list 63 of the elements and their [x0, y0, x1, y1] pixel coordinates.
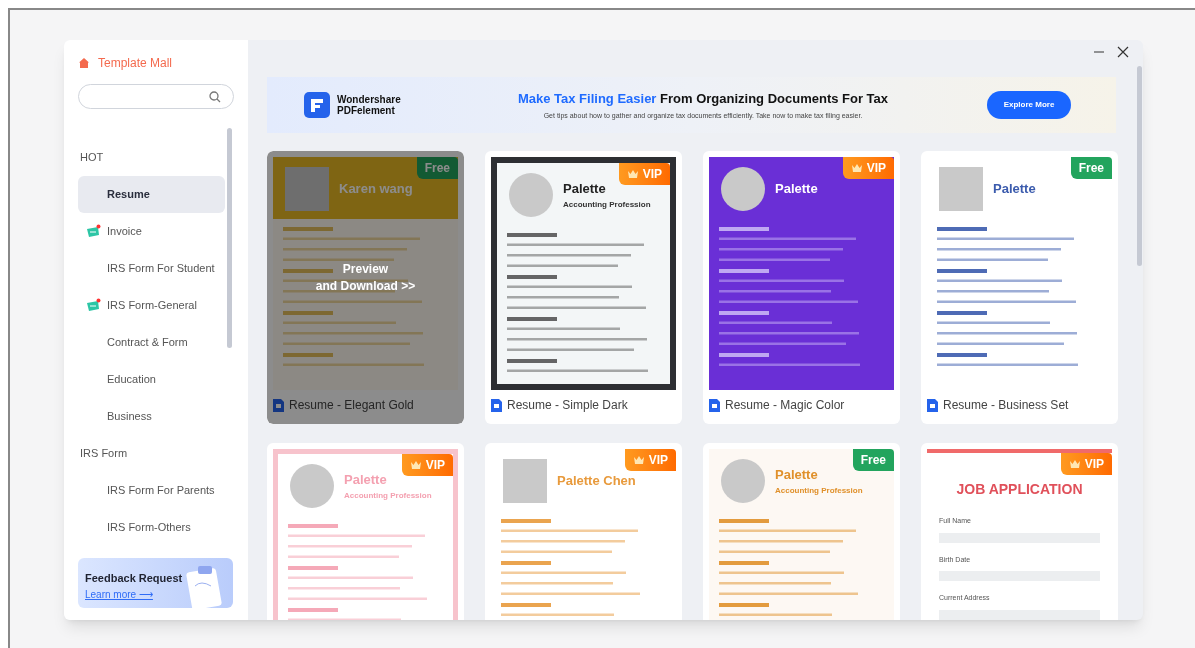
template-title: Resume - Magic Color: [725, 397, 845, 415]
resume-subheading: Accounting Profession: [775, 484, 863, 497]
brand-name: Wondershare: [337, 94, 401, 105]
resume-heading: Palette: [775, 466, 819, 485]
document-icon: [491, 398, 502, 412]
search-icon: [209, 90, 221, 103]
document-icon: [709, 398, 720, 412]
category-item[interactable]: Invoice: [78, 213, 225, 250]
free-badge: Free: [1070, 157, 1112, 179]
resume-heading: Palette Chen: [557, 472, 636, 491]
banner-headline: Make Tax Filing Easier From Organizing Documents For Tax: [517, 90, 889, 108]
photo-placeholder: [503, 459, 547, 503]
category-item[interactable]: Contract & Form: [78, 324, 225, 361]
free-badge: Free: [416, 157, 458, 179]
resume-heading: Palette: [993, 180, 1036, 199]
photo-placeholder: [285, 167, 329, 211]
feedback-card[interactable]: Feedback Request Learn more ⟶: [78, 558, 233, 608]
resume-heading: Palette: [563, 180, 607, 199]
new-badge-icon: [86, 224, 101, 239]
feedback-title: Feedback Request: [85, 571, 184, 586]
photo-placeholder: [721, 167, 765, 211]
category-item[interactable]: IRS Form-Others: [78, 509, 225, 546]
category-heading: IRS Form: [79, 446, 129, 462]
category-item[interactable]: IRS Form-General: [78, 287, 225, 324]
explore-more-button[interactable]: Explore More: [987, 91, 1071, 119]
resume-heading: JOB APPLICATION: [956, 480, 1083, 499]
vip-badge: VIP: [842, 157, 894, 179]
free-badge: Free: [852, 449, 894, 471]
category-heading: HOT: [79, 150, 105, 166]
home-icon: [78, 57, 90, 69]
resume-subheading: Accounting Profession: [563, 198, 651, 211]
learn-more-link[interactable]: Learn more ⟶: [85, 586, 153, 602]
photo-placeholder: [939, 167, 983, 211]
photo-placeholder: [721, 459, 765, 503]
new-badge-icon: [86, 298, 101, 313]
category-item[interactable]: IRS Form For Parents: [78, 472, 225, 509]
photo-placeholder: [509, 173, 553, 217]
photo-placeholder: [290, 464, 334, 508]
vip-badge: VIP: [624, 449, 676, 471]
template-card[interactable]: Free Palette Resume - Business Set: [921, 151, 1118, 424]
resume-heading: Karen wang: [339, 180, 413, 199]
template-card[interactable]: VIP Palette Resume - Magic Color: [703, 151, 900, 424]
close-icon[interactable]: [1117, 46, 1129, 58]
resume-heading: Palette: [775, 180, 818, 199]
template-title: Resume - Elegant Gold: [289, 397, 414, 415]
resume-heading: Palette: [344, 471, 388, 490]
vip-badge: VIP: [1060, 453, 1112, 475]
app-title: Template Mall: [98, 55, 173, 72]
template-title: Resume - Simple Dark: [507, 397, 628, 415]
document-icon: [927, 398, 938, 412]
vip-badge: VIP: [618, 163, 670, 185]
category-item[interactable]: Business: [78, 398, 225, 435]
template-title: Resume - Business Set: [943, 397, 1069, 415]
category-item[interactable]: Resume: [78, 176, 225, 213]
resume-subheading: Accounting Profession: [344, 489, 432, 502]
category-item[interactable]: IRS Form For Student: [78, 250, 225, 287]
category-item[interactable]: Education: [78, 361, 225, 398]
brand-name: PDFelement: [337, 105, 396, 116]
template-card[interactable]: VIP Palette Accounting Profession Resume - Simple Dark: [485, 151, 682, 424]
template-card[interactable]: Free Karen wang Preview and Download >> Resume - Elegant Gold: [267, 151, 464, 424]
app-logo-icon: [304, 92, 330, 118]
vip-badge: VIP: [401, 454, 453, 476]
document-icon: [273, 398, 284, 412]
